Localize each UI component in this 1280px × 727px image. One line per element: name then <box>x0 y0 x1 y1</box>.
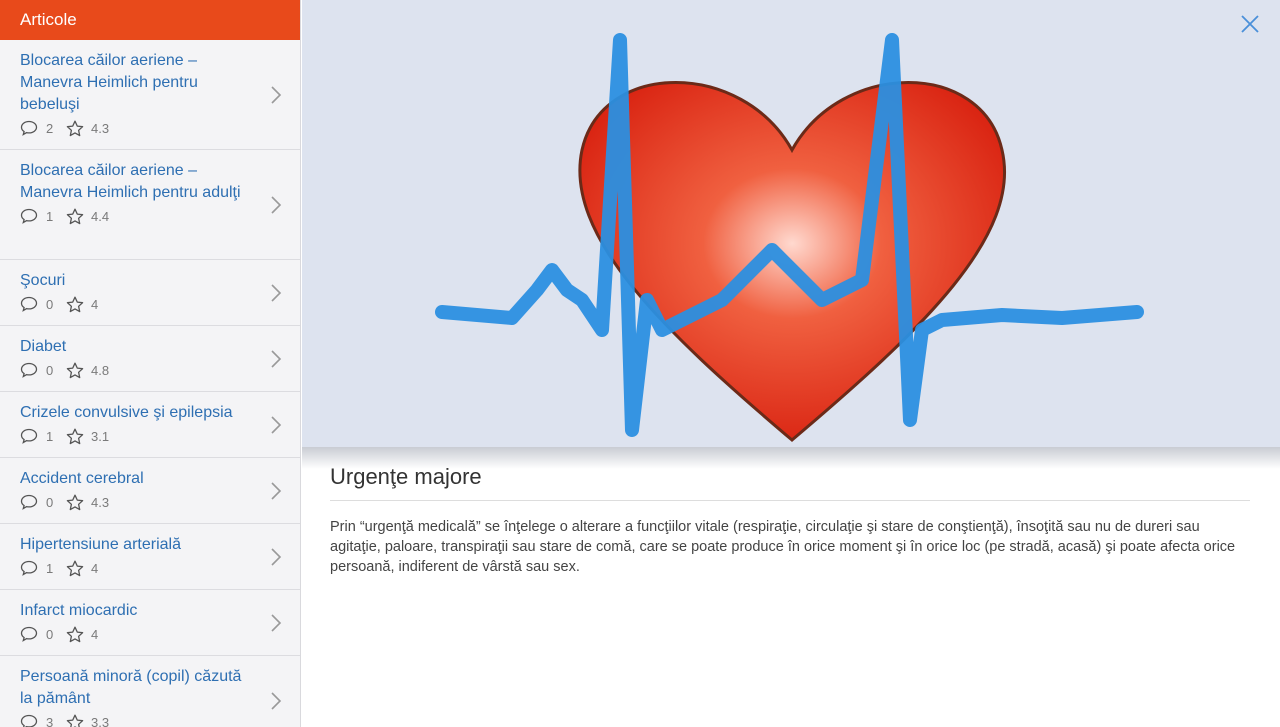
article-body: Prin “urgenţă medicală” se înţelege o al… <box>330 519 1236 575</box>
rating-value: 4.3 <box>91 494 110 510</box>
item-title: Blocarea căilor aeriene – Manevra Heimli… <box>20 162 241 201</box>
comment-count: 3 <box>46 714 54 727</box>
chevron-right-icon <box>271 691 282 710</box>
comment-count: 0 <box>46 626 54 642</box>
comment-icon <box>20 625 40 643</box>
chevron-right-icon <box>271 415 282 434</box>
star-icon <box>66 625 86 643</box>
comment-icon <box>20 207 40 225</box>
sidebar-title: Articole <box>0 0 300 40</box>
star-icon <box>66 207 86 225</box>
comment-count: 1 <box>46 428 54 444</box>
article-content: Urgenţe majore Prin “urgenţă medicală” s… <box>330 462 1250 577</box>
rating-value: 4.8 <box>91 362 110 378</box>
comment-icon <box>20 713 40 727</box>
sidebar-item-hipertensiune[interactable]: Hipertensiune arterială 1 4 <box>0 524 300 590</box>
comment-icon <box>20 361 40 379</box>
item-title: Crizele convulsive şi epilepsia <box>20 404 233 421</box>
heart-pulse-illustration <box>435 33 1144 442</box>
chevron-right-icon <box>271 613 282 632</box>
item-title: Persoană minoră (copil) căzută la pământ <box>20 668 242 707</box>
chevron-right-icon <box>271 547 282 566</box>
hero-image <box>302 0 1280 450</box>
sidebar-item-heimlich-adulti[interactable]: Blocarea căilor aeriene – Manevra Heimli… <box>0 150 300 260</box>
item-meta: 1 4.4 <box>20 205 250 227</box>
sidebar-item-socuri[interactable]: Şocuri 0 4 <box>0 260 300 326</box>
comment-count: 2 <box>46 120 54 136</box>
item-title: Infarct miocardic <box>20 602 138 619</box>
comment-count: 0 <box>46 494 54 510</box>
chevron-right-icon <box>271 481 282 500</box>
sidebar-item-accident-cerebral[interactable]: Accident cerebral 0 4.3 <box>0 458 300 524</box>
item-meta: 1 3.1 <box>20 425 250 447</box>
chevron-right-icon <box>271 283 282 302</box>
sidebar-item-heimlich-bebelusi[interactable]: Blocarea căilor aeriene – Manevra Heimli… <box>0 40 300 150</box>
item-title: Accident cerebral <box>20 470 144 487</box>
comment-count: 0 <box>46 362 54 378</box>
chevron-right-icon <box>271 85 282 104</box>
comment-count: 1 <box>46 208 54 224</box>
sidebar-item-infarct[interactable]: Infarct miocardic 0 4 <box>0 590 300 656</box>
rating-value: 3.3 <box>91 714 110 727</box>
item-title: Hipertensiune arterială <box>20 536 181 553</box>
comment-icon <box>20 493 40 511</box>
comment-icon <box>20 559 40 577</box>
item-meta: 1 4 <box>20 557 250 579</box>
rating-value: 4.4 <box>91 208 110 224</box>
sidebar-item-crize-convulsive[interactable]: Crizele convulsive şi epilepsia 1 3.1 <box>0 392 300 458</box>
chevron-right-icon <box>271 349 282 368</box>
item-title: Diabet <box>20 338 67 355</box>
item-meta: 3 3.3 <box>20 711 250 727</box>
sidebar-item-diabet[interactable]: Diabet 0 4.8 <box>0 326 300 392</box>
close-icon[interactable] <box>1240 14 1260 34</box>
star-icon <box>66 119 86 137</box>
item-meta: 0 4.8 <box>20 359 250 381</box>
item-meta: 2 4.3 <box>20 117 250 139</box>
item-title: Blocarea căilor aeriene – Manevra Heimli… <box>20 52 198 113</box>
star-icon <box>66 295 86 313</box>
rating-value: 4 <box>91 626 99 642</box>
item-title: Şocuri <box>20 272 66 289</box>
rating-value: 4 <box>91 560 99 576</box>
star-icon <box>66 713 86 727</box>
star-icon <box>66 427 86 445</box>
item-meta: 0 4.3 <box>20 491 250 513</box>
rating-value: 4.3 <box>91 120 110 136</box>
comment-count: 0 <box>46 296 54 312</box>
rating-value: 4 <box>91 296 99 312</box>
comment-icon <box>20 295 40 313</box>
comment-count: 1 <box>46 560 54 576</box>
article-title: Urgenţe majore <box>330 462 1250 501</box>
star-icon <box>66 559 86 577</box>
sidebar-item-copil-cazut[interactable]: Persoană minoră (copil) căzută la pământ… <box>0 656 300 727</box>
item-meta: 0 4 <box>20 623 250 645</box>
item-meta: 0 4 <box>20 293 250 315</box>
comment-icon <box>20 427 40 445</box>
chevron-right-icon <box>271 195 282 214</box>
rating-value: 3.1 <box>91 428 110 444</box>
star-icon <box>66 361 86 379</box>
star-icon <box>66 493 86 511</box>
comment-icon <box>20 119 40 137</box>
articles-sidebar: Articole Blocarea căilor aeriene – Manev… <box>0 0 301 727</box>
